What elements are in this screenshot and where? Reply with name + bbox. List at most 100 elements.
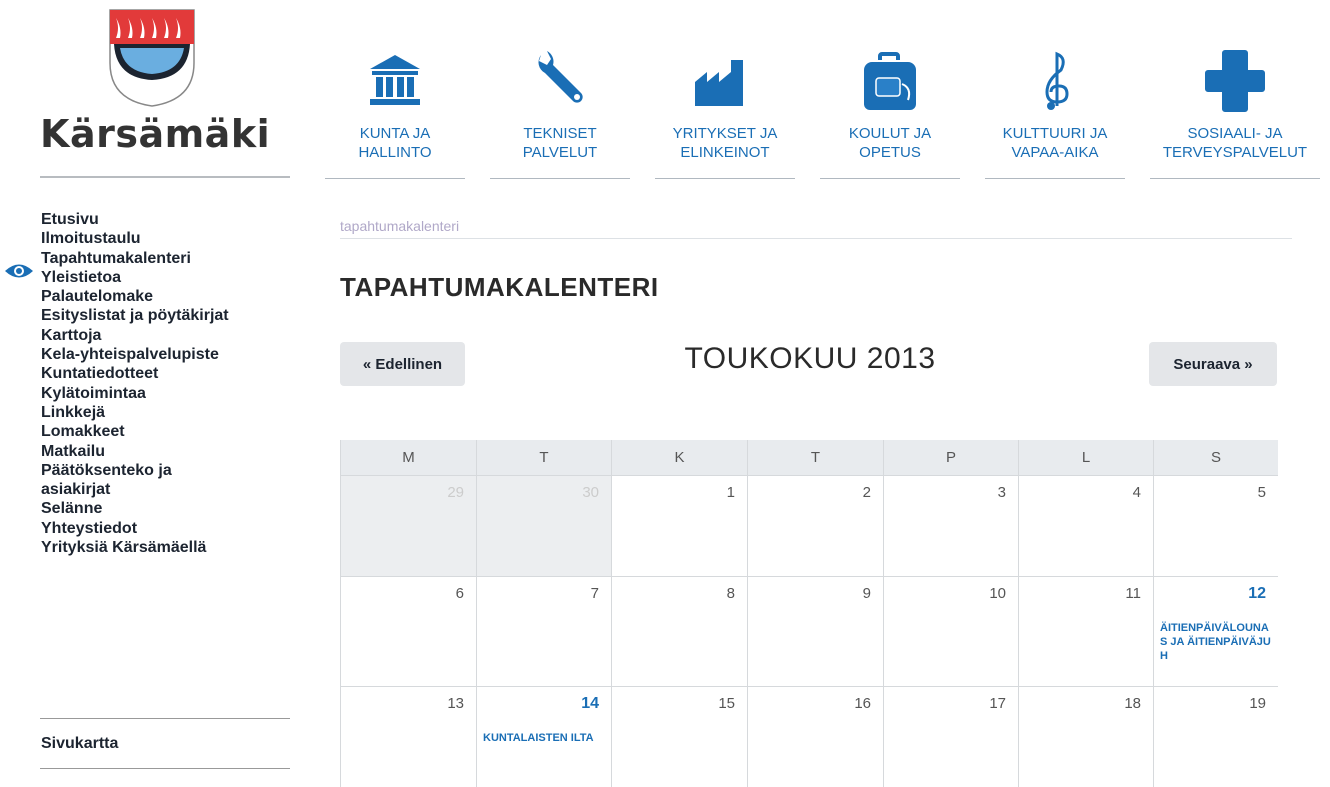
weekday-header: K xyxy=(612,440,748,476)
sidebar-item-yrityksia[interactable]: Yrityksiä Kärsämäellä xyxy=(0,538,300,557)
sidebar-item-etusivu[interactable]: Etusivu xyxy=(0,210,300,229)
nav-label-line-2: OPETUS xyxy=(859,144,921,161)
sitemap-link[interactable]: Sivukartta xyxy=(41,735,118,753)
site-logo[interactable]: Kärsämäki xyxy=(40,8,290,178)
nav-tekniset-palvelut[interactable]: TEKNISET PALVELUT xyxy=(490,0,630,182)
sidebar-item-karttoja[interactable]: Karttoja xyxy=(0,326,300,345)
nav-yritykset-ja-elinkeinot[interactable]: YRITYKSET JA ELINKEINOT xyxy=(655,0,795,182)
calendar-grid: M T K T P L S 29 30 1 2 3 4 5 6 7 8 9 10 11 12 ÄITIENPÄIVÄLOU… xyxy=(340,440,1278,787)
sidebar-item-matkailu[interactable]: Matkailu xyxy=(0,442,300,461)
sidebar-item-paatoksenteko-cont[interactable]: asiakirjat xyxy=(0,480,300,499)
day-number[interactable]: 12 xyxy=(1248,585,1266,603)
nav-label-line-1: KOULUT JA xyxy=(848,125,932,142)
nav-label-line-2: TERVEYSPALVELUT xyxy=(1162,144,1308,161)
calendar-day-cell: 7 xyxy=(477,577,612,687)
calendar-day-cell: 30 xyxy=(477,476,612,577)
weekday-header: M xyxy=(341,440,477,476)
day-number: 17 xyxy=(989,695,1006,712)
weekday-header: L xyxy=(1019,440,1154,476)
nav-label-line-1: SOSIAALI- JA xyxy=(1187,125,1283,142)
nav-kulttuuri-ja-vapaa-aika[interactable]: KULTTUURI JA VAPAA-AIKA xyxy=(985,0,1125,182)
day-number: 13 xyxy=(447,695,464,712)
sidebar-divider xyxy=(40,718,290,719)
calendar-event-link[interactable]: ÄITIENPÄIVÄLOUNAS ja ÄITIENPÄIVÄJUH xyxy=(1160,621,1274,663)
sidebar-item-paatoksenteko[interactable]: Päätöksenteko ja xyxy=(0,461,300,480)
day-number[interactable]: 14 xyxy=(581,695,599,713)
calendar-day-cell: 17 xyxy=(884,687,1019,787)
wrench-icon xyxy=(538,51,583,103)
nav-underline xyxy=(490,178,630,179)
sidebar-item-yleistietoa[interactable]: Yleistietoa xyxy=(0,268,300,287)
calendar-day-cell: 14 KUNTALAISTEN ILTA xyxy=(477,687,612,787)
sidebar-item-esityslistat[interactable]: Esityslistat ja pöytäkirjat xyxy=(0,306,300,325)
page-title: TAPAHTUMAKALENTERI xyxy=(340,272,659,302)
logo-divider xyxy=(40,176,290,178)
day-number: 6 xyxy=(455,585,464,602)
calendar-day-cell: 3 xyxy=(884,476,1019,577)
sidebar-item-yhteystiedot[interactable]: Yhteystiedot xyxy=(0,519,300,538)
calendar-day-cell: 9 xyxy=(748,577,884,687)
day-number: 18 xyxy=(1124,695,1141,712)
sidebar-item-ilmoitustaulu[interactable]: Ilmoitustaulu xyxy=(0,229,300,248)
day-number: 8 xyxy=(726,585,735,602)
nav-label-line-1: TEKNISET xyxy=(523,125,597,142)
next-month-button[interactable]: Seuraava » xyxy=(1149,342,1277,386)
calendar-event-link[interactable]: KUNTALAISTEN ILTA xyxy=(483,731,597,745)
nav-underline xyxy=(1150,178,1320,179)
eye-icon xyxy=(5,264,33,278)
day-number: 11 xyxy=(1125,585,1141,602)
calendar-day-cell: 11 xyxy=(1019,577,1154,687)
sidebar-item-kuntatiedotteet[interactable]: Kuntatiedotteet xyxy=(0,364,300,383)
day-number: 5 xyxy=(1257,484,1266,501)
calendar-day-cell: 10 xyxy=(884,577,1019,687)
nav-underline xyxy=(325,178,465,179)
sidebar-item-selanne[interactable]: Selänne xyxy=(0,499,300,518)
day-number: 19 xyxy=(1249,695,1266,712)
calendar-day-cell: 8 xyxy=(612,577,748,687)
nav-underline xyxy=(820,178,960,179)
nav-underline xyxy=(985,178,1125,179)
calendar-day-cell: 6 xyxy=(341,577,477,687)
weekday-header: T xyxy=(748,440,884,476)
sidebar-item-kela[interactable]: Kela-yhteispalvelupiste xyxy=(0,345,300,364)
month-title: TOUKOKUU 2013 xyxy=(684,342,936,375)
nav-label-line-1: YRITYKSET JA xyxy=(672,125,778,142)
day-number: 30 xyxy=(582,484,599,501)
sidebar-item-palautelomake[interactable]: Palautelomake xyxy=(0,287,300,306)
institution-icon xyxy=(370,55,420,105)
breadcrumb[interactable]: tapahtumakalenteri xyxy=(340,218,459,234)
weekday-header: P xyxy=(884,440,1019,476)
day-number: 1 xyxy=(726,484,735,501)
calendar-day-cell: 19 xyxy=(1154,687,1278,787)
calendar-day-cell: 29 xyxy=(341,476,477,577)
nav-label-line-2: VAPAA-AIKA xyxy=(1011,144,1099,161)
nav-label-line-2: PALVELUT xyxy=(522,144,598,161)
calendar-day-cell: 18 xyxy=(1019,687,1154,787)
calendar-day-cell: 4 xyxy=(1019,476,1154,577)
nav-underline xyxy=(655,178,795,179)
nav-sosiaali-ja-terveyspalvelut[interactable]: SOSIAALI- JA TERVEYSPALVELUT xyxy=(1150,0,1320,182)
day-number: 4 xyxy=(1132,484,1141,501)
nav-koulut-ja-opetus[interactable]: KOULUT JA OPETUS xyxy=(820,0,960,182)
sidebar-item-linkkeja[interactable]: Linkkejä xyxy=(0,403,300,422)
day-number: 3 xyxy=(997,484,1006,501)
sidebar-item-lomakkeet[interactable]: Lomakkeet xyxy=(0,422,300,441)
factory-icon xyxy=(695,60,743,106)
nav-label-line-1: KUNTA JA xyxy=(359,125,431,142)
day-number: 9 xyxy=(862,585,871,602)
sidebar-item-tapahtumakalenteri[interactable]: Tapahtumakalenteri xyxy=(0,249,300,268)
calendar-day-cell: 13 xyxy=(341,687,477,787)
day-number: 7 xyxy=(590,585,599,602)
nav-label-line-2: ELINKEINOT xyxy=(680,144,770,161)
day-number: 16 xyxy=(854,695,871,712)
sidebar-item-kylatoimintaa[interactable]: Kylätoimintaa xyxy=(0,384,300,403)
calendar-day-cell: 1 xyxy=(612,476,748,577)
coat-of-arms-icon xyxy=(109,9,195,107)
nav-label-line-1: KULTTUURI JA xyxy=(1002,125,1108,142)
cross-icon xyxy=(1205,50,1265,112)
nav-label-line-2: HALLINTO xyxy=(358,144,432,161)
sidebar-divider xyxy=(40,768,290,769)
weekday-header: T xyxy=(477,440,612,476)
nav-kunta-ja-hallinto[interactable]: KUNTA JA HALLINTO xyxy=(325,0,465,182)
previous-month-button[interactable]: « Edellinen xyxy=(340,342,465,386)
